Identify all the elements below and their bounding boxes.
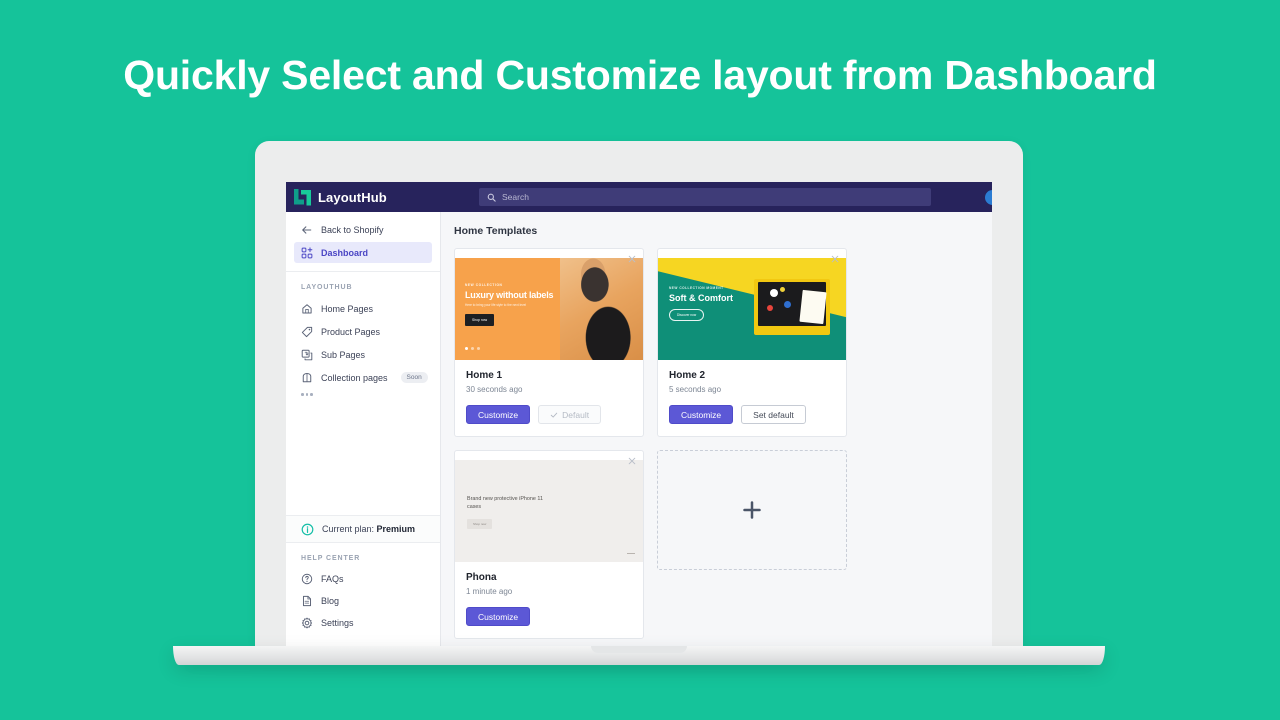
template-name: Home 2 xyxy=(669,370,706,381)
template-card[interactable]: NEW COLLECTION MOMENT Soft & Comfort Dis… xyxy=(657,248,847,437)
laptop-screen: LayoutHub Back to Shop xyxy=(286,182,992,646)
customize-button[interactable]: Customize xyxy=(466,405,531,424)
plan-label: Current plan: xyxy=(322,524,375,534)
dashboard-grid-icon xyxy=(301,246,313,258)
sidebar-divider xyxy=(286,271,440,272)
info-icon xyxy=(301,523,314,535)
close-icon[interactable] xyxy=(627,254,637,264)
thumb-carousel-dots xyxy=(465,347,480,350)
search-input[interactable] xyxy=(502,192,931,202)
thumb-cta-button: Shop now xyxy=(465,314,495,326)
home-icon xyxy=(302,303,312,313)
sidebar-item-label: Back to Shopify xyxy=(321,224,384,235)
template-thumbnail: NEW COLLECTION Luxury without labels Her… xyxy=(455,258,643,360)
app-body: Back to Shopify Dashboard LAYOUTHUB Home… xyxy=(286,212,992,646)
thumb-heading: Brand new protective iPhone 11 cases xyxy=(467,496,544,510)
sidebar-item-label: Blog xyxy=(321,595,340,606)
layouthub-logo-icon xyxy=(294,188,311,206)
laptop-base xyxy=(173,646,1105,665)
sidebar-section-label: LAYOUTHUB xyxy=(301,284,353,291)
more-dots-icon xyxy=(301,393,440,396)
template-thumbnail: NEW COLLECTION MOMENT Soft & Comfort Dis… xyxy=(658,258,846,360)
template-card-actions: Customize Default xyxy=(466,405,632,424)
sidebar-item-label: Collection pages xyxy=(321,372,388,383)
current-plan-row: Current plan: Premium xyxy=(286,515,440,543)
current-plan-text: Current plan: Premium xyxy=(322,524,415,534)
brand-name: LayoutHub xyxy=(318,189,387,205)
sidebar-item-label: Dashboard xyxy=(321,247,369,258)
plan-value: Premium xyxy=(376,524,416,534)
section-heading: Home Templates xyxy=(454,225,538,237)
close-icon[interactable] xyxy=(830,254,840,264)
default-button-label: Default xyxy=(562,409,590,420)
thumb-cta-button: Shop now xyxy=(467,518,493,529)
thumb-photo xyxy=(560,258,643,360)
template-name: Phona xyxy=(466,572,497,583)
template-timestamp: 5 seconds ago xyxy=(669,385,722,394)
template-card[interactable]: Brand new protective iPhone 11 cases Sho… xyxy=(454,450,644,639)
sidebar-item-dashboard[interactable]: Dashboard xyxy=(294,242,432,263)
customize-button[interactable]: Customize xyxy=(669,405,734,424)
template-card-actions: Customize xyxy=(466,607,632,626)
tag-icon xyxy=(301,326,313,337)
sidebar-item-blog[interactable]: Blog xyxy=(294,590,432,611)
close-icon[interactable] xyxy=(627,456,637,466)
search-bar[interactable] xyxy=(479,188,931,206)
arrow-left-icon xyxy=(302,225,312,234)
sidebar-item-label: Settings xyxy=(321,617,354,628)
thumb-cta-button: Discover now xyxy=(669,309,705,321)
sidebar: Back to Shopify Dashboard LAYOUTHUB Home… xyxy=(286,212,441,646)
sidebar-item-label: Home Pages xyxy=(321,303,374,314)
gear-icon xyxy=(301,617,313,628)
collection-icon xyxy=(302,372,312,382)
sidebar-item-label: Product Pages xyxy=(321,326,381,337)
thumb-heading: Soft & Comfort xyxy=(669,293,733,303)
document-icon xyxy=(302,595,312,606)
plus-icon xyxy=(743,501,761,519)
sidebar-item-faqs[interactable]: FAQs xyxy=(294,568,432,589)
template-card-info: Home 2 5 seconds ago Customize Set defau… xyxy=(658,360,846,436)
laptop-mockup: LayoutHub Back to Shop xyxy=(173,141,1105,670)
template-card[interactable]: NEW COLLECTION Luxury without labels Her… xyxy=(454,248,644,437)
template-timestamp: 30 seconds ago xyxy=(466,385,523,394)
sub-page-icon xyxy=(301,349,313,360)
template-card-info: Phona 1 minute ago Customize xyxy=(455,562,643,638)
help-center-block: HELP CENTER FAQs Blog Settings xyxy=(286,543,440,646)
template-card-grid: NEW COLLECTION Luxury without labels Her… xyxy=(454,248,992,639)
thumb-heading: Luxury without labels xyxy=(465,290,554,300)
sidebar-item-label: Sub Pages xyxy=(321,349,366,360)
template-thumbnail: Brand new protective iPhone 11 cases Sho… xyxy=(455,460,643,562)
thumb-subtext: Here to bring your life style to the nex… xyxy=(465,303,527,307)
template-card-actions: Customize Set default xyxy=(669,405,835,424)
default-button[interactable]: Default xyxy=(538,405,602,424)
sidebar-item-collection-pages[interactable]: Collection pages Soon xyxy=(294,367,432,388)
customize-button[interactable]: Customize xyxy=(466,607,531,626)
avatar[interactable] xyxy=(985,190,992,205)
sidebar-item-back-to-shopify[interactable]: Back to Shopify xyxy=(294,219,432,240)
sidebar-item-product-pages[interactable]: Product Pages xyxy=(294,321,432,342)
template-timestamp: 1 minute ago xyxy=(466,587,513,596)
check-icon xyxy=(550,412,558,418)
template-card-info: Home 1 30 seconds ago Customize Default xyxy=(455,360,643,436)
set-default-button[interactable]: Set default xyxy=(741,405,806,424)
question-circle-icon xyxy=(301,573,313,584)
thumb-photo xyxy=(754,279,830,335)
sidebar-item-sub-pages[interactable]: Sub Pages xyxy=(294,344,432,365)
sidebar-more-button[interactable] xyxy=(286,393,440,396)
sidebar-item-home-pages[interactable]: Home Pages xyxy=(294,298,432,319)
sidebar-item-label: FAQs xyxy=(321,573,344,584)
thumb-photo xyxy=(627,552,635,554)
brand[interactable]: LayoutHub xyxy=(294,188,479,206)
app-header: LayoutHub xyxy=(286,182,992,212)
status-badge-soon: Soon xyxy=(400,372,428,383)
sidebar-item-settings[interactable]: Settings xyxy=(294,612,432,633)
thumb-eyebrow: NEW COLLECTION xyxy=(465,283,503,287)
page-title: Quickly Select and Customize layout from… xyxy=(123,52,1157,98)
thumb-eyebrow: NEW COLLECTION MOMENT xyxy=(669,286,724,290)
template-name: Home 1 xyxy=(466,370,503,381)
help-section-label: HELP CENTER xyxy=(301,555,361,562)
main-content: Home Templates NEW COLLECTION Luxury wit… xyxy=(441,212,992,646)
search-icon xyxy=(487,193,496,202)
add-template-card[interactable] xyxy=(657,450,847,570)
